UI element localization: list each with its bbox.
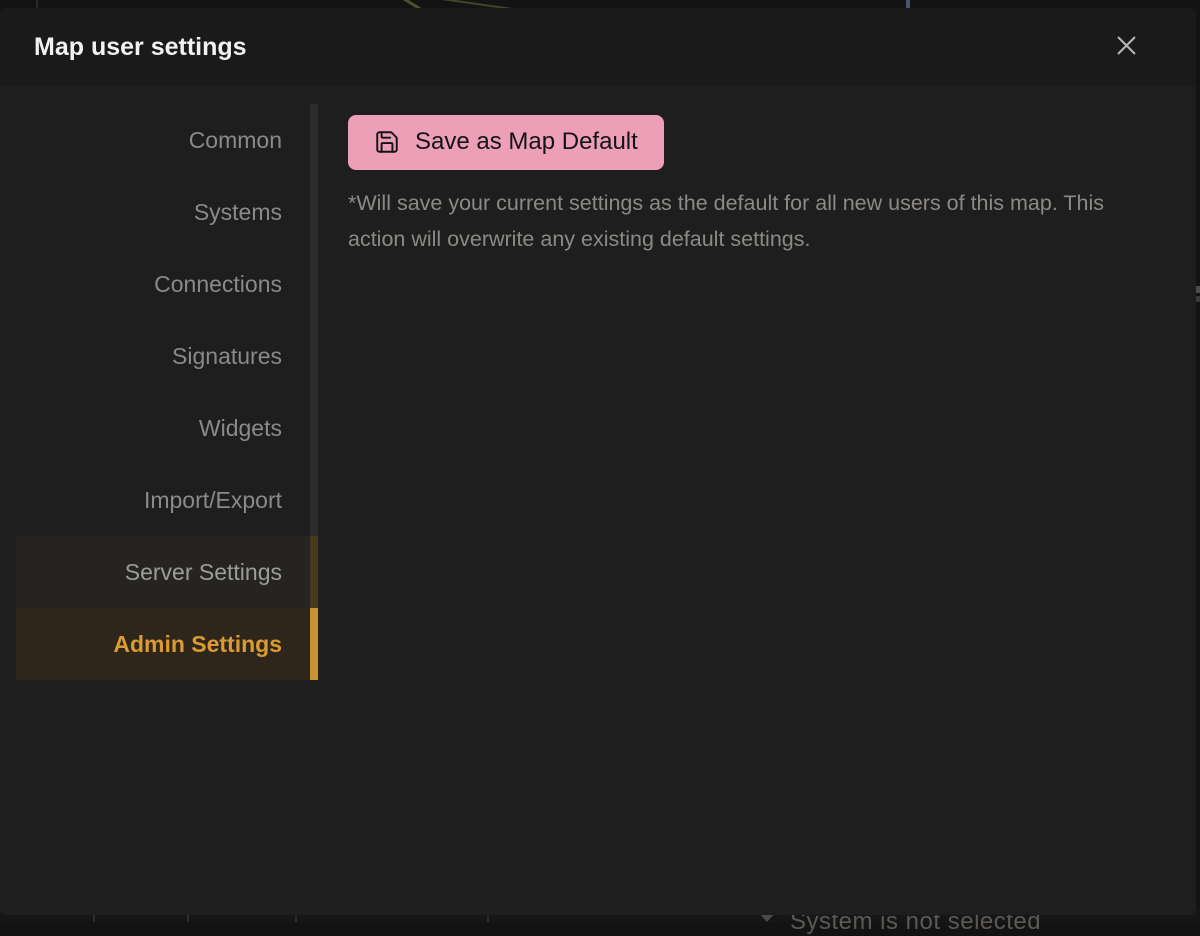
nav-item-common[interactable]: Common (16, 104, 318, 176)
settings-nav: Common Systems Connections Signatures Wi… (0, 86, 318, 915)
nav-item-label: Connections (16, 248, 310, 320)
dialog-title: Map user settings (34, 33, 1104, 62)
underlay-map-connection-line (906, 0, 910, 8)
nav-item-systems[interactable]: Systems (16, 176, 318, 248)
nav-indicator (310, 536, 318, 608)
close-icon (1113, 32, 1140, 62)
nav-item-label: Server Settings (16, 536, 310, 608)
nav-item-widgets[interactable]: Widgets (16, 392, 318, 464)
save-as-map-default-button[interactable]: Save as Map Default (348, 115, 664, 170)
nav-indicator-active (310, 608, 318, 680)
nav-item-admin-settings[interactable]: Admin Settings (16, 608, 318, 680)
nav-item-server-settings[interactable]: Server Settings (16, 536, 318, 608)
nav-item-connections[interactable]: Connections (16, 248, 318, 320)
admin-settings-panel: Save as Map Default *Will save your curr… (318, 86, 1196, 915)
underlay-edge-fragment (1196, 286, 1200, 293)
underlay-divider (36, 0, 38, 8)
nav-item-label: Signatures (16, 320, 310, 392)
dialog-header: Map user settings (0, 8, 1196, 86)
nav-indicator (310, 464, 318, 536)
nav-indicator (310, 392, 318, 464)
map-user-settings-dialog: Map user settings Common Systems Connect… (0, 8, 1196, 915)
nav-indicator (310, 104, 318, 176)
dialog-body: Common Systems Connections Signatures Wi… (0, 86, 1196, 915)
nav-indicator (310, 176, 318, 248)
nav-indicator (310, 320, 318, 392)
floppy-disk-icon (374, 129, 400, 155)
nav-indicator (310, 248, 318, 320)
nav-item-label: Common (16, 104, 310, 176)
nav-item-label: Admin Settings (16, 608, 310, 680)
save-default-note: *Will save your current settings as the … (348, 185, 1148, 257)
close-button[interactable] (1104, 25, 1148, 69)
underlay-edge-fragment (1196, 296, 1200, 302)
nav-item-import-export[interactable]: Import/Export (16, 464, 318, 536)
save-button-label: Save as Map Default (415, 128, 638, 156)
nav-item-label: Import/Export (16, 464, 310, 536)
nav-item-signatures[interactable]: Signatures (16, 320, 318, 392)
nav-item-label: Widgets (16, 392, 310, 464)
nav-item-label: Systems (16, 176, 310, 248)
